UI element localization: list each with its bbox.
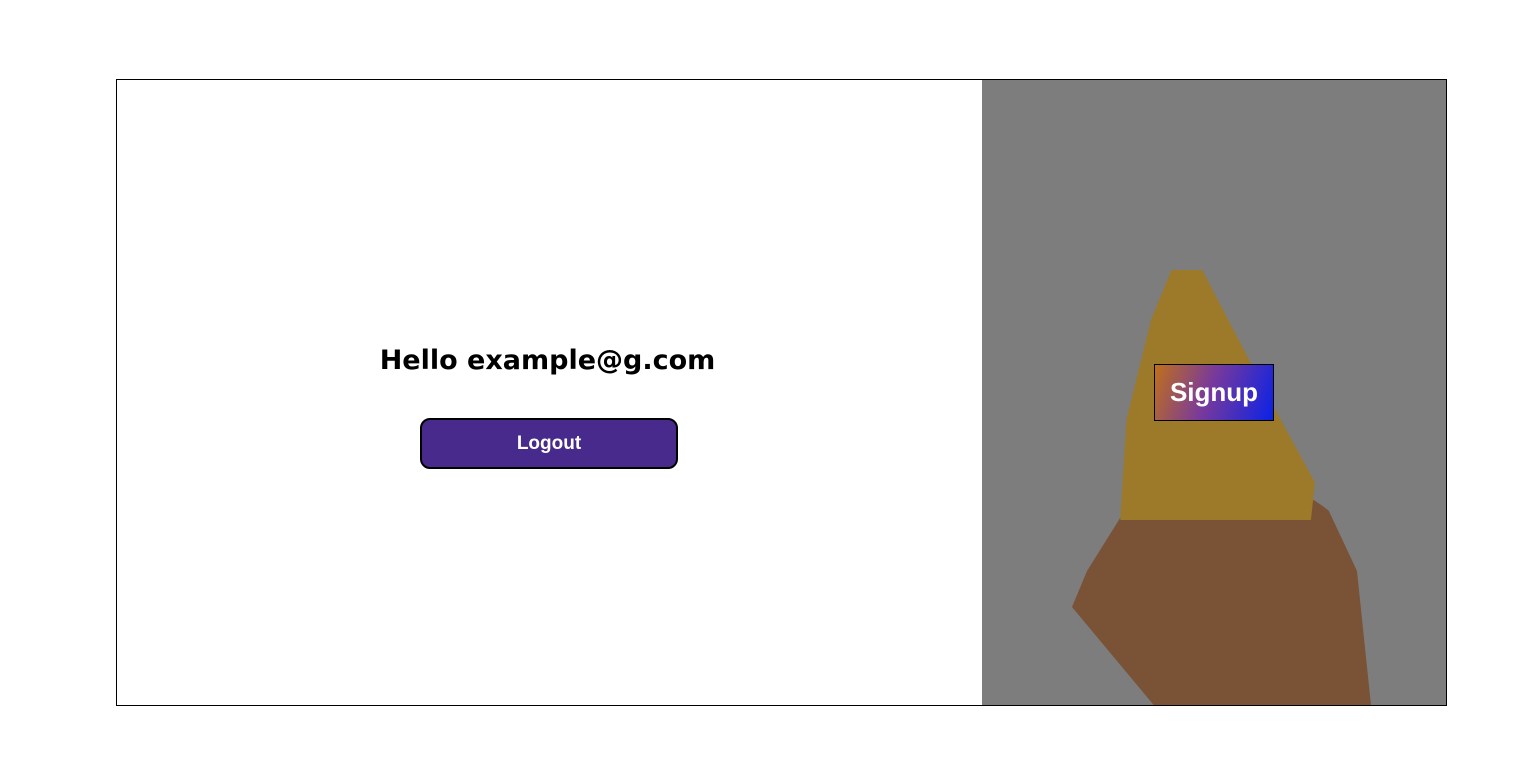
hero-image-panel: Signup: [982, 80, 1446, 705]
account-panel: Hello example@g.com Logout: [117, 80, 982, 705]
greeting-heading: Hello example@g.com: [379, 345, 716, 376]
signup-button[interactable]: Signup: [1154, 364, 1274, 421]
auth-card: Hello example@g.com Logout Signup: [116, 79, 1447, 706]
logout-button[interactable]: Logout: [420, 418, 678, 469]
